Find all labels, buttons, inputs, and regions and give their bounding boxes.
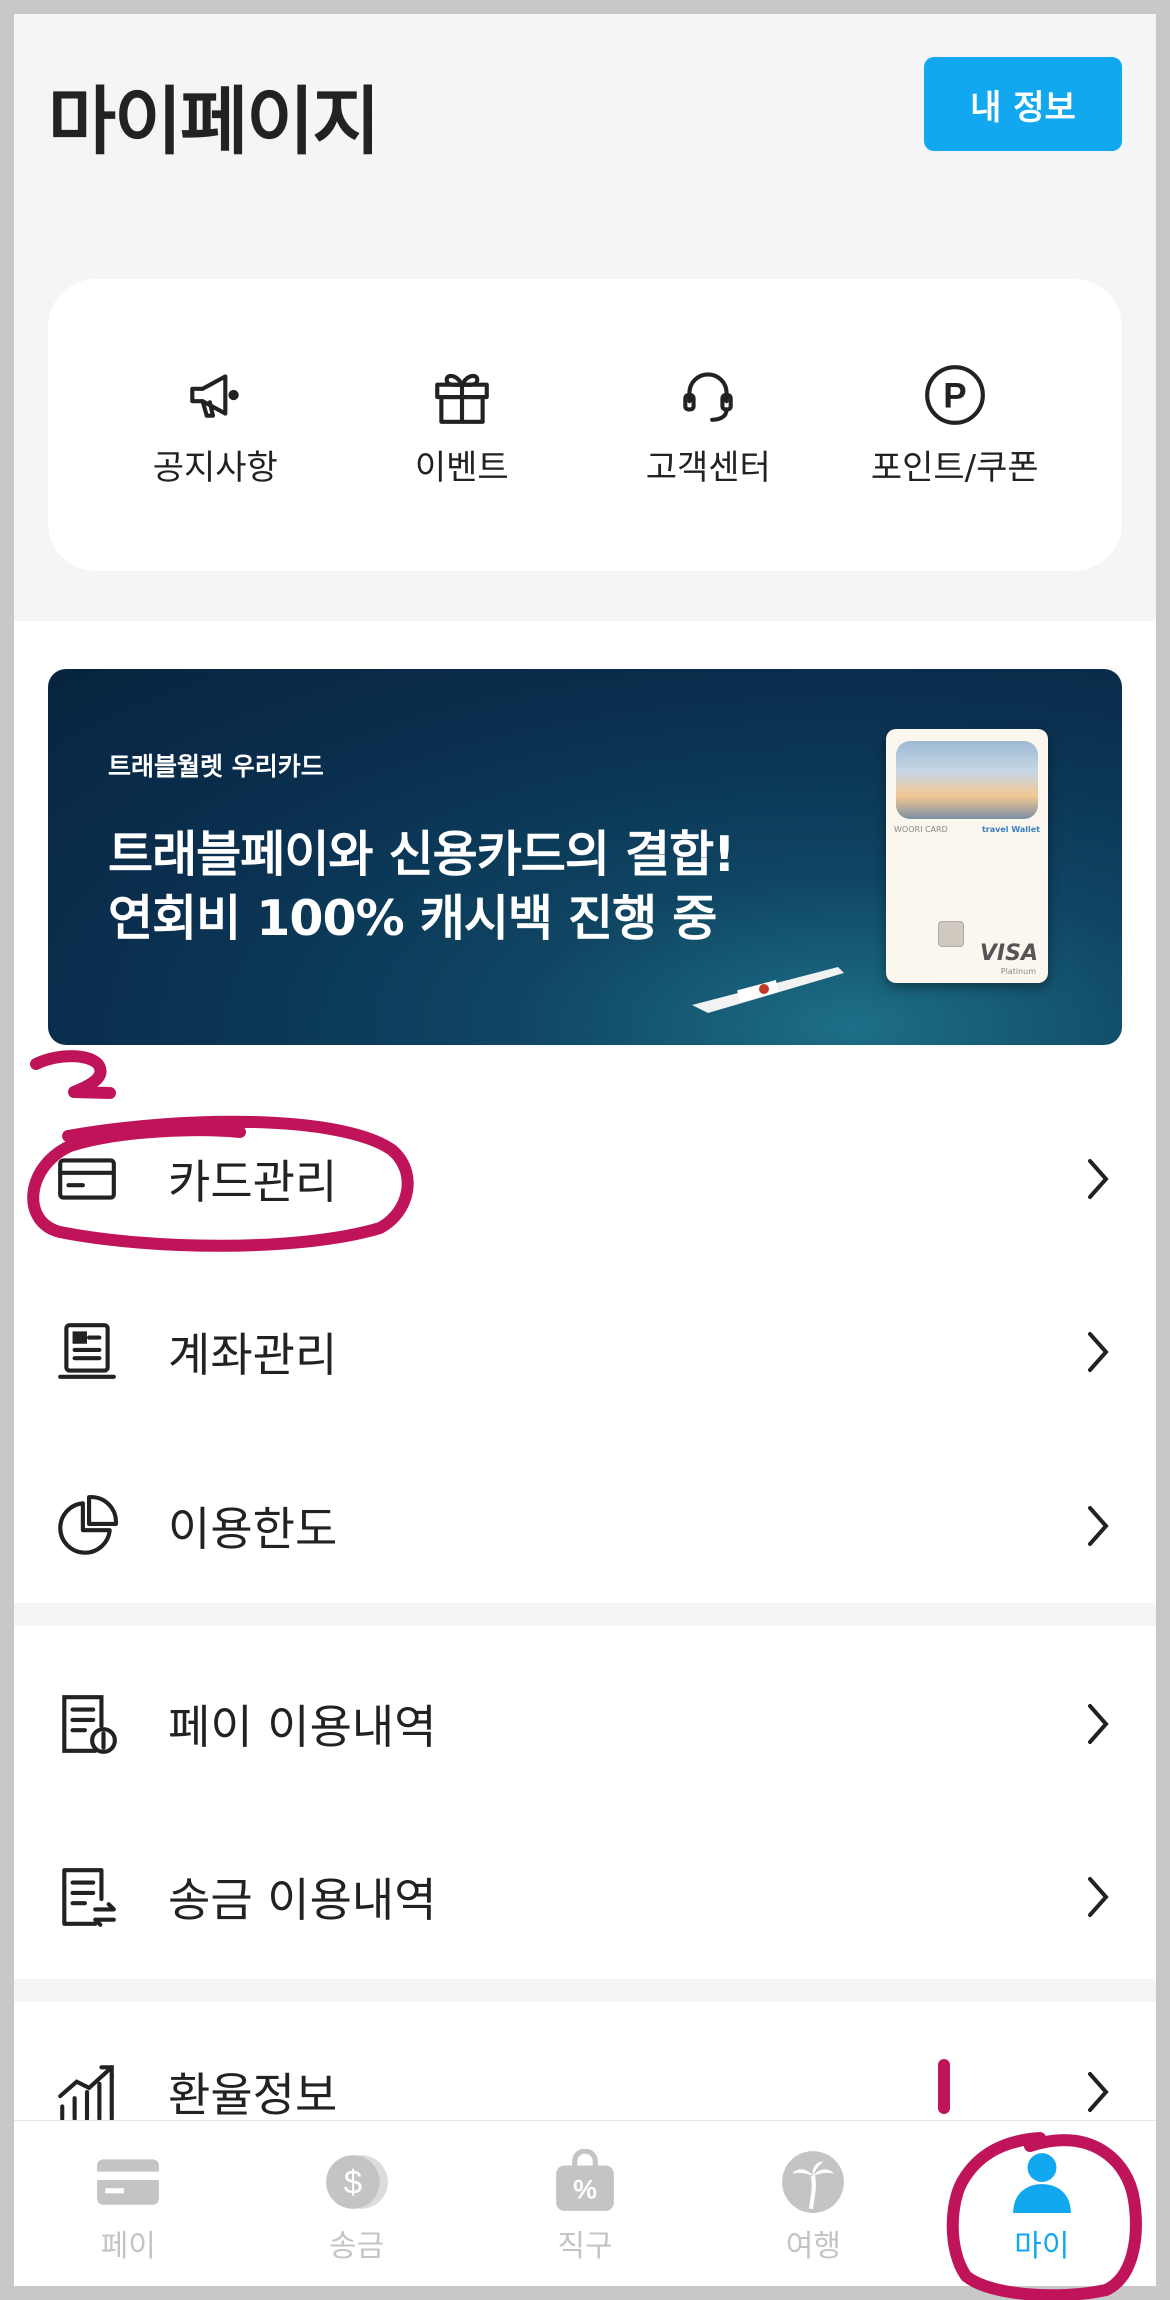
- card-brand: WOORI CARD: [894, 825, 948, 834]
- banner-headline-1: 트래블페이와 신용카드의 결합!: [108, 826, 736, 883]
- gift-icon: [434, 373, 489, 424]
- tab-my[interactable]: 마이: [928, 2121, 1156, 2286]
- tab-pay[interactable]: 페이: [14, 2121, 242, 2286]
- boat-image: [692, 967, 844, 1013]
- receipt-dollar-icon: [62, 1695, 117, 1754]
- chevron-right-icon: [1088, 2072, 1109, 2112]
- coin-icon: $: [325, 2155, 388, 2209]
- credit-card-icon: [58, 1158, 116, 1200]
- chevron-right-icon: [1088, 1332, 1109, 1372]
- tab-transfer[interactable]: $ 송금: [242, 2121, 470, 2286]
- credit-card-image: WOORI CARD travel Wallet VISA Platinum: [886, 729, 1048, 983]
- svg-text:P: P: [943, 376, 966, 415]
- menu-usage-limit[interactable]: 이용한도: [14, 1440, 1156, 1612]
- chevron-right-icon: [1088, 1877, 1109, 1917]
- quick-item-label: 이벤트: [414, 447, 509, 488]
- chevron-right-icon: [1088, 1506, 1109, 1546]
- card-wallet-logo: travel Wallet: [981, 825, 1040, 834]
- tab-label: 직구: [557, 2229, 613, 2264]
- menu-label: 이용한도: [168, 1502, 338, 1556]
- account-icon: [58, 1323, 116, 1379]
- promo-banner[interactable]: 트래블월렛 우리카드 트래블페이와 신용카드의 결합! 연회비 100% 캐시백…: [48, 669, 1122, 1045]
- page-title: 마이페이지: [48, 79, 380, 165]
- card-chip: [938, 921, 964, 947]
- menu-transfer-history[interactable]: 송금 이용내역: [14, 1811, 1156, 1983]
- point-icon: P: [924, 364, 985, 425]
- megaphone-icon: [190, 373, 239, 418]
- svg-text:%: %: [573, 2175, 597, 2205]
- tab-label: 페이: [100, 2229, 156, 2264]
- menu-label: 계좌관리: [168, 1328, 338, 1382]
- my-info-button[interactable]: 내 정보: [924, 57, 1122, 151]
- menu-label: 카드관리: [168, 1155, 338, 1209]
- quick-item-label: 공지사항: [152, 447, 278, 488]
- visa-logo: VISA: [979, 941, 1038, 966]
- chevron-right-icon: [1088, 1159, 1109, 1199]
- tab-label: 마이: [1014, 2229, 1070, 2264]
- menu-pay-history[interactable]: 페이 이용내역: [14, 1638, 1156, 1810]
- quick-item-support[interactable]: 고객센터: [598, 362, 818, 489]
- menu-account-manage[interactable]: 계좌관리: [14, 1266, 1156, 1438]
- chevron-right-icon: [1088, 1704, 1109, 1744]
- quick-menu: 공지사항 이벤트 고객센터 P 포인트/쿠폰: [48, 279, 1122, 571]
- tab-label: 송금: [329, 2229, 385, 2264]
- bar-chart-icon: [58, 2065, 114, 2121]
- menu-label: 송금 이용내역: [168, 1873, 437, 1927]
- menu-label: 페이 이용내역: [168, 1700, 437, 1754]
- banner-headline-2: 연회비 100% 캐시백 진행 중: [108, 890, 717, 947]
- quick-item-label: 고객센터: [645, 447, 771, 488]
- tab-label: 여행: [785, 2229, 842, 2264]
- tab-direct-purchase[interactable]: % 직구: [471, 2121, 699, 2286]
- bottom-tab-bar: 페이 $ 송금 % 직구 여행 마이: [14, 2120, 1156, 2286]
- quick-item-event[interactable]: 이벤트: [352, 362, 572, 489]
- menu-label: 환율정보: [168, 2068, 338, 2122]
- pie-chart-icon: [58, 1495, 118, 1555]
- card-icon: [97, 2159, 160, 2205]
- banner-subtitle: 트래블월렛 우리카드: [108, 752, 324, 781]
- transfer-receipt-icon: [62, 1868, 116, 1927]
- menu-card-manage[interactable]: 카드관리: [14, 1093, 1156, 1265]
- palm-tree-icon: [782, 2151, 845, 2213]
- person-icon: [1012, 2153, 1071, 2213]
- shopping-bag-icon: %: [556, 2149, 614, 2211]
- card-tier: Platinum: [1000, 967, 1036, 976]
- quick-item-label: 포인트/쿠폰: [870, 447, 1039, 488]
- quick-item-point[interactable]: P 포인트/쿠폰: [845, 362, 1065, 489]
- headset-icon: [683, 371, 733, 422]
- svg-text:$: $: [343, 2163, 361, 2200]
- card-photo: [896, 741, 1038, 819]
- my-page-screen: 마이페이지 내 정보 공지사항 이벤트 고객센터 P 포인트/쿠폰 트래블월렛 …: [14, 14, 1156, 2286]
- tab-travel[interactable]: 여행: [699, 2121, 927, 2286]
- quick-item-notice[interactable]: 공지사항: [105, 362, 325, 489]
